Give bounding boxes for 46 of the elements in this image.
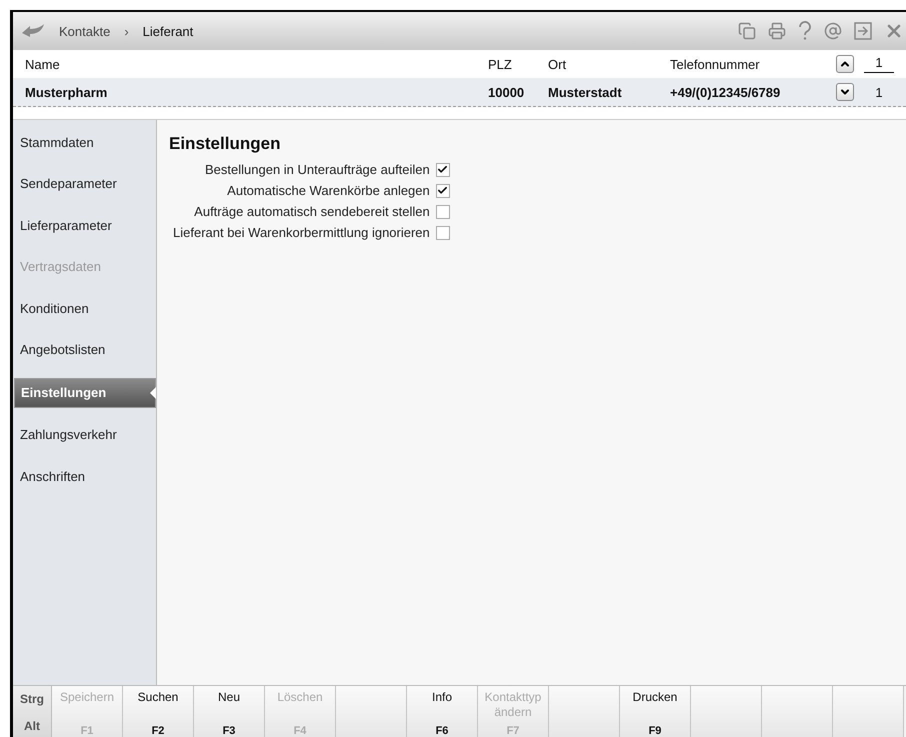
- current-page: 1: [864, 55, 894, 73]
- section-title: Einstellungen: [169, 134, 282, 154]
- sidebar-item[interactable]: Angebotslisten: [14, 330, 156, 370]
- column-header: Ort: [548, 56, 568, 72]
- modifier-key-label: Strg: [20, 692, 44, 706]
- setting-label: Bestellungen in Unteraufträge aufteilen: [205, 162, 430, 177]
- breadcrumb-item[interactable]: Kontakte: [59, 24, 110, 38]
- table-cell-text: +49/(0)12345/6789: [670, 84, 782, 100]
- checkbox[interactable]: [436, 162, 450, 176]
- page-down-button[interactable]: [836, 83, 854, 101]
- function-key-button[interactable]: Suchen F2: [123, 686, 194, 737]
- function-key-button[interactable]: Drucken F9: [620, 686, 691, 737]
- sidebar-item[interactable]: Anschriften: [14, 456, 156, 496]
- breadcrumb-item[interactable]: Lieferant: [142, 24, 194, 38]
- table-cell-text: 10000: [488, 84, 526, 100]
- setting-label: Automatische Warenkörbe anlegen: [227, 183, 430, 198]
- sidebar-item[interactable]: Lieferparameter: [14, 205, 156, 246]
- sidebar-item[interactable]: Konditionen: [14, 288, 156, 328]
- checkbox[interactable]: [436, 226, 450, 240]
- checkbox[interactable]: [436, 204, 450, 218]
- setting-label: Lieferant bei Warenkorbermittlung ignorieren: [173, 225, 430, 240]
- function-key-button[interactable]: Neu F3: [194, 686, 265, 737]
- sidebar-item[interactable]: Sendeparameter: [14, 164, 156, 204]
- back-arrow-icon[interactable]: [21, 23, 45, 39]
- modifier-key-label: Alt: [24, 718, 40, 733]
- checkmark-icon: [437, 164, 448, 175]
- column-header: PLZ: [488, 56, 513, 72]
- at-sign-icon[interactable]: [824, 22, 842, 40]
- printer-icon[interactable]: [768, 22, 786, 40]
- breadcrumb-separator: ›: [124, 24, 129, 38]
- table-cell-text: Musterstadt: [548, 84, 623, 100]
- copy-icon[interactable]: [738, 22, 756, 40]
- setting-label: Aufträge automatisch sendebereit stellen: [194, 204, 430, 219]
- table-cell-text: Musterpharm: [25, 84, 108, 100]
- column-header: Telefonnummer: [670, 56, 761, 72]
- checkmark-icon: [437, 185, 448, 196]
- export-icon[interactable]: [854, 22, 872, 40]
- checkbox[interactable]: [436, 184, 450, 198]
- sidebar-item[interactable]: Einstellungen: [14, 378, 156, 408]
- function-key-button[interactable]: Info F6: [407, 686, 478, 737]
- help-icon[interactable]: [798, 21, 812, 41]
- total-pages: 1: [874, 84, 884, 100]
- sidebar-item[interactable]: Stammdaten: [14, 122, 156, 162]
- column-header: Name: [25, 56, 61, 72]
- sidebar-item[interactable]: Zahlungsverkehr: [14, 414, 156, 455]
- page-up-button[interactable]: [836, 55, 854, 73]
